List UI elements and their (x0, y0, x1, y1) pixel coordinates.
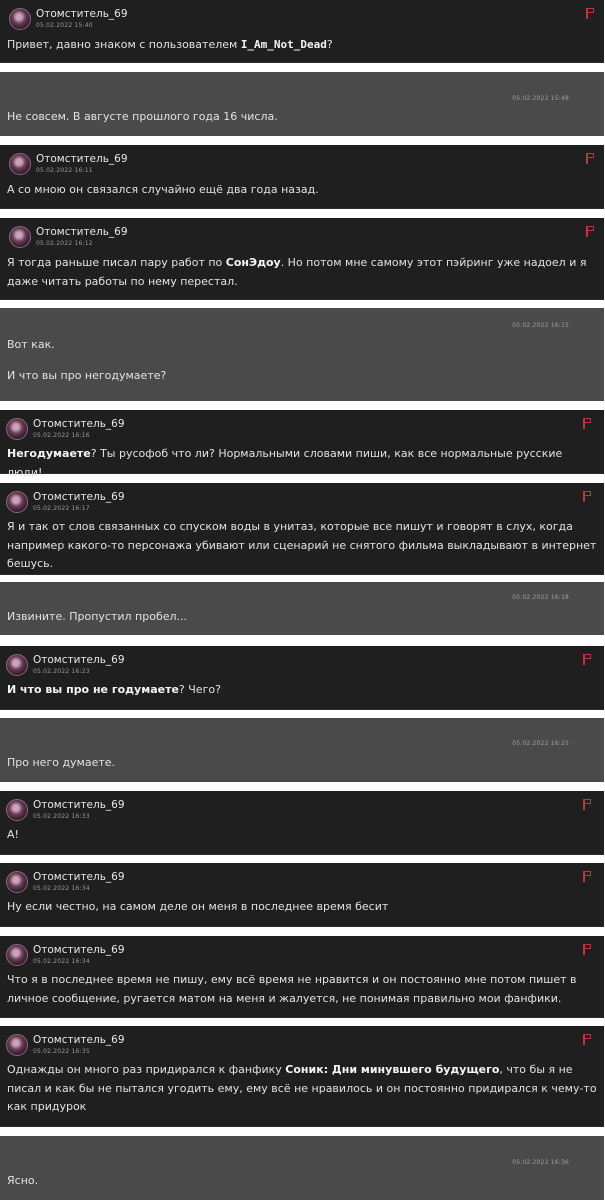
message-text: Ясно. (7, 1174, 39, 1187)
message-text: Что я в последнее время не пишу, ему всё… (7, 973, 577, 1005)
author-name[interactable]: Отомститель_69 (36, 8, 128, 20)
message-text: Про него думаете. (7, 756, 116, 769)
report-flag-icon[interactable] (583, 418, 592, 429)
message-header: Отомститель_69 05.02.2022 16:12 (9, 226, 128, 248)
author-name[interactable]: Отомститель_69 (33, 799, 125, 811)
author-name[interactable]: Отомститель_69 (33, 1034, 125, 1046)
message-text: И что вы про не годумаете? Чего? (7, 683, 221, 696)
message-date: 05.02.2022 16:23 (33, 668, 90, 675)
message-other: Отомститель_69 05.02.2022 15:40 Привет, … (0, 0, 604, 63)
message-text: Вот как. И что вы про негодумаете? (7, 338, 167, 382)
avatar[interactable] (6, 654, 28, 676)
report-flag-icon[interactable] (586, 153, 595, 164)
message-text: Привет, давно знаком с пользователем I_A… (7, 38, 333, 51)
report-flag-icon[interactable] (583, 799, 592, 810)
author-name[interactable]: Отомститель_69 (36, 226, 128, 238)
avatar[interactable] (6, 491, 28, 513)
avatar[interactable] (9, 226, 31, 248)
message-text: Извините. Пропустил пробел... (7, 610, 188, 623)
message-header: Отомститель_69 05.02.2022 15:40 (9, 8, 128, 30)
message-date: 05.02.2022 16:16 (33, 432, 90, 439)
message-own: 05.02.2022 15:48 Не совсем. В августе пр… (0, 72, 604, 136)
fanfic-title[interactable]: Соник: Дни минувшего будущего (285, 1063, 499, 1076)
message-date: 05.02.2022 15:40 (36, 22, 93, 29)
report-flag-icon[interactable] (583, 871, 592, 882)
avatar[interactable] (6, 418, 28, 440)
report-flag-icon[interactable] (586, 8, 595, 19)
message-other: Отомститель_69 05.02.2022 16:35 Однажды … (0, 1026, 604, 1127)
message-own: 05.02.2022 16:15 Вот как. И что вы про н… (0, 308, 604, 401)
message-date: 05.02.2022 16:25 (512, 740, 569, 747)
message-date: 05.02.2022 16:18 (512, 594, 569, 601)
avatar[interactable] (9, 8, 31, 30)
username-mention[interactable]: I_Am_Not_Dead (241, 38, 327, 51)
author-name[interactable]: Отомститель_69 (36, 153, 128, 165)
message-own: 05.02.2022 16:25 Про него думаете. (0, 718, 604, 782)
message-text: А со мною он связался случайно ещё два г… (7, 183, 319, 196)
report-flag-icon[interactable] (583, 1034, 592, 1045)
message-date: 05.02.2022 16:34 (33, 885, 90, 892)
report-flag-icon[interactable] (583, 654, 592, 665)
message-header: Отомститель_69 05.02.2022 16:34 (6, 871, 125, 893)
message-date: 05.02.2022 16:33 (33, 813, 90, 820)
message-text: Однажды он много раз придирался к фанфик… (7, 1063, 597, 1113)
message-other: Отомститель_69 05.02.2022 16:12 Я тогда … (0, 218, 604, 300)
message-date: 05.02.2022 16:36 (512, 1159, 569, 1166)
message-date: 05.02.2022 16:15 (512, 322, 569, 329)
avatar[interactable] (6, 1034, 28, 1056)
avatar[interactable] (6, 871, 28, 893)
message-date: 05.02.2022 15:48 (512, 95, 569, 102)
report-flag-icon[interactable] (586, 226, 595, 237)
message-date: 05.02.2022 16:12 (36, 240, 93, 247)
message-text: Я и так от слов связанных со спуском вод… (7, 520, 597, 570)
message-header: Отомститель_69 05.02.2022 16:35 (6, 1034, 125, 1056)
author-name[interactable]: Отомститель_69 (33, 491, 125, 503)
message-other: Отомститель_69 05.02.2022 16:11 А со мно… (0, 145, 604, 209)
message-other: Отомститель_69 05.02.2022 16:34 Ну если … (0, 863, 604, 927)
message-date: 05.02.2022 16:35 (33, 1048, 90, 1055)
message-text: А! (7, 828, 19, 841)
message-other: Отомститель_69 05.02.2022 16:17 Я и так … (0, 483, 604, 575)
message-other: Отомститель_69 05.02.2022 16:16 Негодума… (0, 410, 604, 479)
message-date: 05.02.2022 16:17 (33, 505, 90, 512)
message-date: 05.02.2022 16:11 (36, 167, 93, 174)
message-date: 05.02.2022 16:34 (33, 958, 90, 965)
message-header: Отомститель_69 05.02.2022 16:34 (6, 944, 125, 966)
author-name[interactable]: Отомститель_69 (33, 944, 125, 956)
message-own: 05.02.2022 16:18 Извините. Пропустил про… (0, 582, 604, 635)
author-name[interactable]: Отомститель_69 (33, 871, 125, 883)
message-other: Отомститель_69 05.02.2022 16:34 Что я в … (0, 936, 604, 1018)
author-name[interactable]: Отомститель_69 (33, 418, 125, 430)
message-other: Отомститель_69 05.02.2022 16:23 И что вы… (0, 646, 604, 710)
message-other: Отомститель_69 05.02.2022 16:33 А! (0, 791, 604, 855)
message-text: Не совсем. В августе прошлого года 16 чи… (7, 110, 278, 123)
message-text: Ну если честно, на самом деле он меня в … (7, 900, 389, 913)
avatar[interactable] (6, 944, 28, 966)
avatar[interactable] (9, 153, 31, 175)
author-name[interactable]: Отомститель_69 (33, 654, 125, 666)
message-header: Отомститель_69 05.02.2022 16:33 (6, 799, 125, 821)
message-text: Негодумаете? Ты русофоб что ли? Нормальн… (7, 447, 563, 479)
message-header: Отомститель_69 05.02.2022 16:17 (6, 491, 125, 513)
message-header: Отомститель_69 05.02.2022 16:11 (9, 153, 128, 175)
message-text: Я тогда раньше писал пару работ по СонЭд… (7, 256, 587, 288)
message-header: Отомститель_69 05.02.2022 16:23 (6, 654, 125, 676)
report-flag-icon[interactable] (583, 944, 592, 955)
message-header: Отомститель_69 05.02.2022 16:16 (6, 418, 125, 440)
avatar[interactable] (6, 799, 28, 821)
message-own: 05.02.2022 16:36 Ясно. (0, 1136, 604, 1200)
report-flag-icon[interactable] (583, 491, 592, 502)
